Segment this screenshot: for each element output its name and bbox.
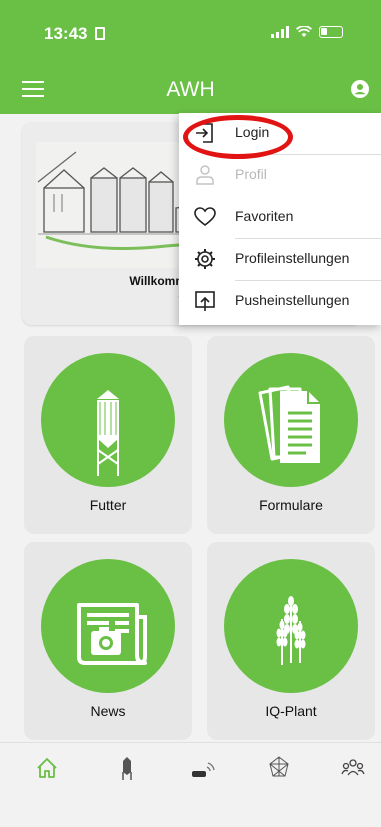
newspaper-icon <box>77 603 147 665</box>
battery-icon <box>319 25 343 38</box>
menu-item-profileinstellungen-label: Profileinstellungen <box>235 250 350 266</box>
tile-futter[interactable]: Futter <box>24 336 192 534</box>
highlight-ring <box>183 115 293 159</box>
menu-item-profil-label: Profil <box>235 166 267 182</box>
home-indicator-area <box>0 792 381 827</box>
menu-item-profil: Profil <box>179 155 381 197</box>
bottom-nav <box>0 742 381 793</box>
menu-item-favoriten[interactable]: Favoriten <box>179 197 381 239</box>
tile-formulare-label: Formulare <box>259 497 323 513</box>
tile-news-label: News <box>90 703 126 719</box>
menu-item-favoriten-label: Favoriten <box>235 208 294 224</box>
heart-icon <box>194 207 216 227</box>
wifi-icon <box>296 25 312 37</box>
tile-formulare-circle <box>224 353 358 487</box>
page-title: AWH <box>166 78 215 101</box>
home-icon[interactable] <box>34 755 60 781</box>
tile-iq-plant-circle <box>224 559 358 693</box>
wheat-icon <box>276 596 306 665</box>
silo-icon[interactable] <box>114 755 140 781</box>
gear-icon <box>195 249 215 269</box>
tile-news[interactable]: News <box>24 542 192 740</box>
menu-item-pusheinstellungen[interactable]: Pusheinstellungen <box>179 281 381 323</box>
tile-iq-plant-label: IQ-Plant <box>265 703 317 719</box>
menu-item-pusheinstellungen-label: Pusheinstellungen <box>235 292 350 308</box>
cellular-signal-icon <box>271 25 289 38</box>
signal-icon[interactable] <box>190 755 216 781</box>
push-icon <box>195 291 215 311</box>
community-icon[interactable] <box>340 755 366 781</box>
tile-formulare[interactable]: Formulare <box>207 336 375 534</box>
person-icon <box>196 165 214 185</box>
tile-futter-label: Futter <box>89 497 127 513</box>
documents-icon <box>258 385 320 463</box>
tile-futter-circle <box>41 353 175 487</box>
account-icon[interactable] <box>351 80 369 98</box>
status-time: 13:43 <box>44 24 88 43</box>
tile-news-circle <box>41 559 175 693</box>
app-bar: AWH <box>0 64 381 114</box>
network-icon[interactable] <box>266 755 292 781</box>
tile-iq-plant[interactable]: IQ-Plant <box>207 542 375 740</box>
status-bar: 13:43 <box>0 0 381 64</box>
silo-icon <box>97 390 119 476</box>
sim-icon <box>95 27 105 40</box>
menu-item-profileinstellungen[interactable]: Profileinstellungen <box>179 239 381 281</box>
